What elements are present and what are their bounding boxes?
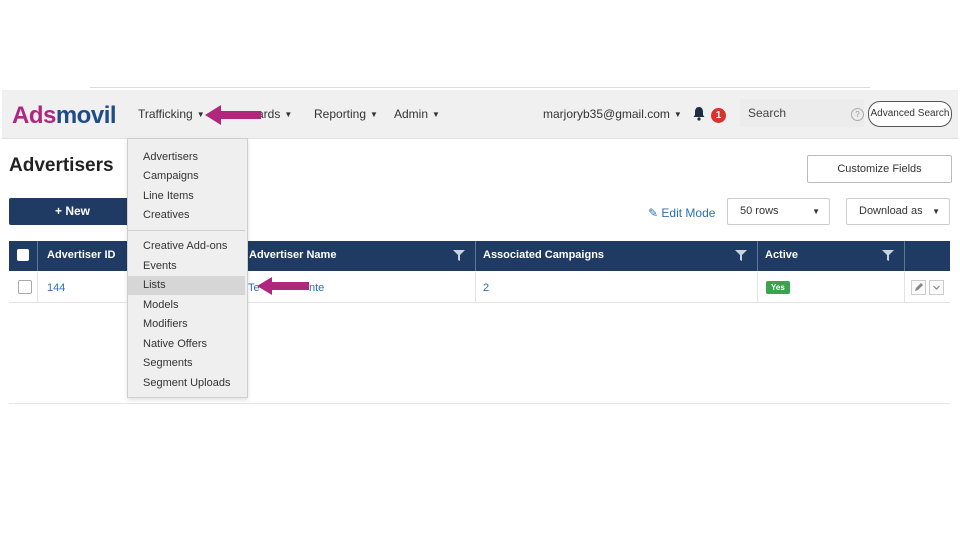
chevron-down-icon: ▼: [673, 110, 682, 119]
rows-select-value: 50 rows: [740, 205, 779, 217]
nav-reporting[interactable]: Reporting ▼: [314, 107, 378, 121]
content-bottom-divider: [9, 403, 950, 404]
nav-admin[interactable]: Admin ▼: [394, 107, 440, 121]
column-header-advertiser-id[interactable]: Advertiser ID: [47, 249, 115, 261]
menu-item-line-items[interactable]: Line Items: [143, 190, 194, 202]
filter-icon[interactable]: [882, 250, 894, 261]
top-divider: [90, 87, 870, 88]
help-icon[interactable]: ?: [851, 108, 864, 121]
menu-divider: [128, 230, 245, 231]
menu-item-native-offers[interactable]: Native Offers: [143, 338, 207, 350]
cell-divider: [475, 272, 476, 302]
column-divider: [757, 241, 758, 271]
menu-item-advertisers[interactable]: Advertisers: [143, 151, 198, 163]
chevron-down-icon: ▼: [932, 207, 940, 216]
chevron-down-icon: ▼: [284, 110, 293, 119]
menu-item-creative-add-ons[interactable]: Creative Add-ons: [143, 240, 227, 252]
column-divider: [475, 241, 476, 271]
cell-divider: [37, 272, 38, 302]
new-advertiser-button[interactable]: + New: [9, 198, 136, 225]
cell-divider: [757, 272, 758, 302]
menu-item-modifiers[interactable]: Modifiers: [143, 318, 188, 330]
menu-item-segment-uploads[interactable]: Segment Uploads: [143, 377, 230, 389]
filter-icon[interactable]: [735, 250, 747, 261]
advertiser-name-link-end[interactable]: nte: [309, 282, 324, 294]
column-header-advertiser-name[interactable]: Advertiser Name: [249, 249, 336, 261]
row-actions-dropdown[interactable]: [929, 280, 944, 295]
column-header-associated-campaigns[interactable]: Associated Campaigns: [483, 249, 604, 261]
chevron-down-icon: ▼: [432, 110, 440, 119]
edit-mode-link[interactable]: ✎ Edit Mode: [648, 206, 715, 220]
search-input[interactable]: [740, 99, 864, 127]
column-header-active[interactable]: Active: [765, 249, 798, 261]
menu-item-models[interactable]: Models: [143, 299, 178, 311]
column-divider: [904, 241, 905, 271]
row-checkbox[interactable]: [18, 280, 32, 294]
user-email: marjoryb35@gmail.com: [543, 107, 670, 121]
nav-admin-label: Admin: [394, 107, 429, 121]
pencil-icon: [915, 283, 923, 291]
advertiser-id-link[interactable]: 144: [47, 282, 65, 294]
advanced-search-button[interactable]: Advanced Search: [868, 101, 952, 127]
chevron-down-icon: [933, 285, 940, 290]
select-all-checkbox[interactable]: [17, 249, 29, 261]
nav-reporting-label: Reporting: [314, 107, 367, 121]
chevron-down-icon: ▼: [812, 207, 820, 216]
pencil-icon: ✎: [648, 206, 659, 220]
edit-mode-label: Edit Mode: [661, 206, 716, 220]
row-edit-button[interactable]: [911, 280, 926, 295]
nav-dashboards-label: ards: [257, 107, 281, 121]
nav-trafficking-label: Trafficking: [138, 107, 193, 121]
menu-item-creatives[interactable]: Creatives: [143, 209, 189, 221]
active-status-badge: Yes: [766, 281, 790, 294]
user-menu[interactable]: marjoryb35@gmail.com ▼: [543, 107, 682, 121]
associated-campaigns-link[interactable]: 2: [483, 282, 489, 294]
download-as-select[interactable]: Download as ▼: [846, 198, 950, 225]
customize-fields-button[interactable]: Customize Fields: [807, 155, 952, 183]
rows-per-page-select[interactable]: 50 rows ▼: [727, 198, 830, 225]
menu-item-events[interactable]: Events: [143, 260, 177, 272]
menu-item-campaigns[interactable]: Campaigns: [143, 170, 199, 182]
menu-item-lists[interactable]: Lists: [143, 279, 166, 291]
nav-trafficking[interactable]: Trafficking ▼: [138, 107, 205, 121]
chevron-down-icon: ▼: [370, 110, 378, 119]
page-title: Advertisers: [9, 155, 114, 176]
column-divider: [37, 241, 38, 271]
adsmovil-logo[interactable]: Adsmovil: [12, 102, 117, 130]
chevron-down-icon: ▼: [196, 110, 205, 119]
notification-badge: 1: [711, 108, 726, 123]
menu-item-segments[interactable]: Segments: [143, 357, 193, 369]
filter-icon[interactable]: [453, 250, 465, 261]
advertiser-name-link-start[interactable]: Te: [248, 282, 260, 294]
bell-icon[interactable]: [692, 106, 706, 121]
nav-dashboards[interactable]: ards ▼: [257, 107, 292, 121]
cell-divider: [904, 272, 905, 302]
download-as-label: Download as: [859, 205, 923, 217]
